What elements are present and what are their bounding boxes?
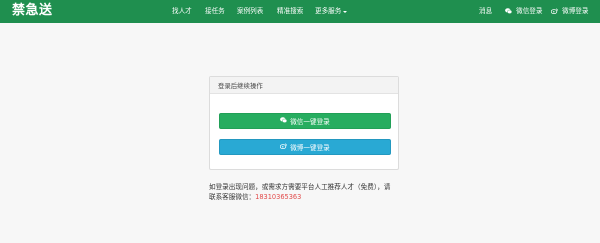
nav-item-messages[interactable]: 消息 [479,6,492,16]
site-logo[interactable]: 禁急送 [12,3,53,19]
login-panel: 登录后继续操作 微信一键登录 微博一键登录 [209,76,399,170]
support-note-line2: 联系客服微信：18310365363 [209,192,399,202]
nav-item-precise-search[interactable]: 精准搜索 [277,6,303,16]
support-note: 如登录出现问题，或需求方需要平台人工推荐人才（免费），请 联系客服微信：1831… [209,182,399,202]
support-note-prefix: 联系客服微信： [209,193,256,201]
wechat-login-label: 微信登录 [516,7,543,15]
weibo-login-label: 微博登录 [562,7,589,15]
wechat-one-click-login-button[interactable]: 微信一键登录 [219,113,391,129]
nav-item-accept-task[interactable]: 接任务 [205,6,225,16]
weibo-button-label: 微博一键登录 [290,144,330,152]
nav-item-case-list[interactable]: 案例列表 [237,6,263,16]
login-panel-title: 登录后继续操作 [218,82,263,90]
support-note-line1: 如登录出现问题，或需求方需要平台人工推荐人才（免费），请 [209,183,391,191]
wechat-icon [505,7,512,17]
nav-item-find-talent[interactable]: 找人才 [172,6,192,16]
weibo-login-link[interactable]: 微博登录 [550,6,589,17]
wechat-login-link[interactable]: 微信登录 [505,6,542,17]
support-phone: 18310365363 [255,193,302,201]
login-panel-header: 登录后继续操作 [210,77,398,94]
wechat-icon [280,117,288,125]
weibo-icon [280,143,288,151]
weibo-one-click-login-button[interactable]: 微博一键登录 [219,139,391,155]
wechat-button-label: 微信一键登录 [290,118,330,126]
caret-down-icon [343,10,348,13]
top-navbar: 禁急送 找人才 接任务 案例列表 精准搜索 更多服务 消息 微信登录 微博登录 [0,0,600,23]
nav-more-label: 更多服务 [315,7,342,15]
nav-item-more-services[interactable]: 更多服务 [315,6,348,16]
weibo-icon [550,7,558,17]
